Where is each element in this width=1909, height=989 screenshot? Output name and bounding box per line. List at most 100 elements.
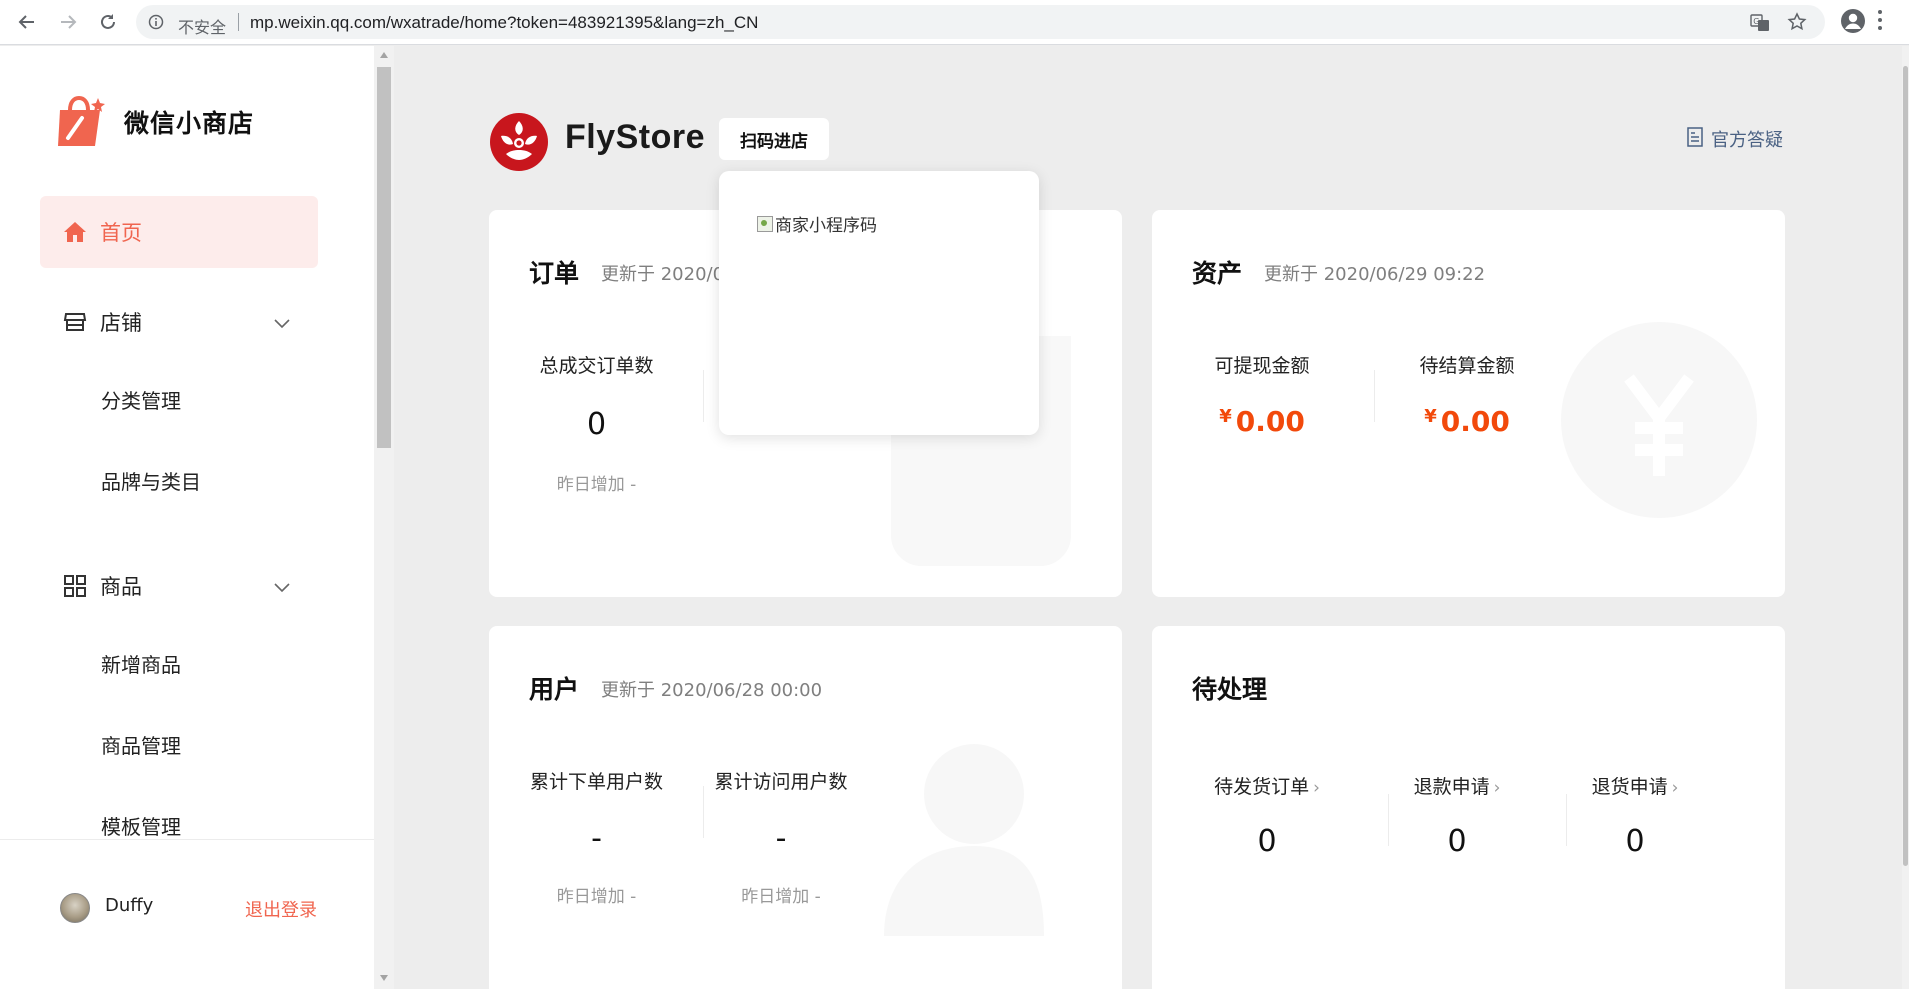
- translate-icon[interactable]: G: [1750, 13, 1770, 37]
- currency-symbol: ¥: [1219, 406, 1232, 427]
- return-request-link[interactable]: 退货申请 ›: [1580, 772, 1690, 799]
- assets-card: 资产 更新于 2020/06/29 09:22 可提现金额 ¥0.00 待结算金…: [1152, 210, 1785, 597]
- yuan-watermark-icon: [1561, 322, 1757, 518]
- pending-shipment-value: 0: [1257, 824, 1277, 859]
- sidebar-footer: Duffy 退出登录: [0, 839, 374, 989]
- pending-card: 待处理 待发货订单 › 0 退款申请 › 0 退货申请 › 0: [1152, 626, 1785, 989]
- document-icon: [1687, 126, 1703, 152]
- profile-icon[interactable]: [1840, 8, 1866, 38]
- sidebar-scrollbar[interactable]: [374, 46, 394, 989]
- divider: [238, 13, 239, 31]
- chevron-right-icon: ›: [1671, 778, 1679, 798]
- scroll-down-arrow-icon[interactable]: [380, 975, 388, 981]
- total-orders-yesterday: 昨日增加 -: [556, 475, 637, 495]
- total-orders-label: 总成交订单数: [539, 355, 654, 377]
- withdrawable-amount: ¥0.00: [1197, 405, 1327, 438]
- users-card: 用户 更新于 2020/06/28 00:00 累计下单用户数 - 昨日增加 -…: [489, 626, 1122, 989]
- sidebar-item-label: 店铺: [100, 311, 142, 335]
- return-request-value: 0: [1625, 824, 1645, 859]
- main-content: FlyStore 扫码进店 官方答疑 订单 更新于 2020/0 总成交订单数 …: [394, 46, 1902, 989]
- store-logo: [490, 113, 548, 171]
- info-icon[interactable]: [148, 14, 164, 34]
- chevron-right-icon: ›: [1313, 778, 1320, 798]
- faq-label: 官方答疑: [1711, 130, 1783, 151]
- url-text[interactable]: mp.weixin.qq.com/wxatrade/home?token=483…: [250, 13, 758, 33]
- sidebar-item-add-product[interactable]: 新增商品: [101, 649, 181, 678]
- broken-image-icon: [757, 215, 773, 232]
- pending-title: 待处理: [1192, 675, 1268, 704]
- withdrawable-label: 可提现金额: [1214, 355, 1310, 377]
- sidebar: 微信小商店 首页 店铺 分类管理 品牌与类目 商品 新增商品 商品管理 模板管理…: [0, 46, 374, 989]
- assets-updated: 更新于 2020/06/29 09:22: [1264, 264, 1486, 285]
- page-scrollbar[interactable]: [1902, 46, 1909, 989]
- sidebar-item-brand[interactable]: 品牌与类目: [101, 466, 201, 495]
- return-request-label: 退货申请: [1591, 776, 1668, 798]
- grid-icon: [62, 573, 88, 599]
- chevron-down-icon: [274, 310, 290, 334]
- pending-shipment-link[interactable]: 待发货订单 ›: [1202, 772, 1332, 799]
- insecure-label: 不安全: [178, 18, 227, 37]
- pending-shipment-label: 待发货订单: [1214, 776, 1310, 798]
- qr-code-popover: 商家小程序码: [719, 171, 1039, 435]
- divider: [703, 370, 704, 422]
- scrollbar-thumb[interactable]: [1903, 66, 1908, 866]
- chevron-down-icon: [274, 574, 290, 598]
- pending-settlement-label: 待结算金额: [1419, 355, 1515, 377]
- merchant-qr-code-image: 商家小程序码: [757, 211, 877, 236]
- withdrawable-value: 0.00: [1235, 405, 1305, 438]
- sidebar-item-template[interactable]: 模板管理: [101, 811, 181, 840]
- avatar[interactable]: [60, 893, 90, 923]
- chevron-right-icon: ›: [1493, 778, 1501, 798]
- qr-alt-text: 商家小程序码: [775, 216, 877, 236]
- visiting-users-yesterday: 昨日增加 -: [741, 887, 821, 907]
- sidebar-item-product-manage[interactable]: 商品管理: [101, 730, 181, 759]
- divider: [1374, 370, 1375, 422]
- arrow-left-icon: [18, 15, 34, 29]
- ordering-users-value: -: [591, 821, 602, 856]
- refund-request-label: 退款申请: [1413, 776, 1490, 798]
- forward-button[interactable]: [55, 9, 81, 35]
- arrow-right-icon: [61, 15, 77, 29]
- scroll-up-arrow-icon[interactable]: [380, 52, 388, 58]
- sidebar-item-category[interactable]: 分类管理: [101, 385, 181, 414]
- scrollbar-thumb[interactable]: [377, 67, 391, 448]
- divider: [1566, 794, 1567, 846]
- sidebar-item-products[interactable]: 商品: [40, 550, 318, 622]
- username: Duffy: [105, 895, 154, 916]
- assets-title: 资产: [1192, 259, 1243, 288]
- sidebar-item-label: 商品: [100, 575, 142, 599]
- sidebar-item-home[interactable]: 首页: [40, 196, 318, 268]
- users-updated: 更新于 2020/06/28 00:00: [601, 680, 823, 701]
- refund-request-link[interactable]: 退款申请 ›: [1402, 772, 1512, 799]
- users-title: 用户: [529, 675, 580, 704]
- ordering-users-label: 累计下单用户数: [529, 771, 663, 793]
- sidebar-item-label: 首页: [100, 221, 142, 245]
- pending-settlement-value: 0.00: [1440, 405, 1510, 438]
- pending-settlement-amount: ¥0.00: [1402, 405, 1532, 438]
- total-orders-value: 0: [586, 407, 607, 442]
- logout-link[interactable]: 退出登录: [245, 896, 317, 922]
- reload-icon: [101, 14, 115, 29]
- store-name: FlyStore: [565, 118, 706, 156]
- brand: 微信小商店: [54, 96, 254, 148]
- store-icon: [62, 309, 88, 335]
- divider: [703, 786, 704, 838]
- reload-button[interactable]: [95, 9, 121, 35]
- address-bar[interactable]: 不安全 mp.weixin.qq.com/wxatrade/home?token…: [136, 5, 1825, 39]
- shop-bag-logo-icon: [58, 96, 105, 146]
- more-menu-icon[interactable]: [1876, 8, 1884, 36]
- visiting-users-label: 累计访问用户数: [714, 771, 848, 793]
- svg-text:G: G: [1753, 17, 1759, 26]
- refund-request-value: 0: [1447, 824, 1467, 859]
- orders-title: 订单: [529, 259, 580, 288]
- bookmark-star-icon[interactable]: [1787, 12, 1807, 36]
- browser-toolbar: 不安全 mp.weixin.qq.com/wxatrade/home?token…: [0, 0, 1909, 45]
- brand-title: 微信小商店: [124, 109, 255, 138]
- official-faq-link[interactable]: 官方答疑: [1687, 126, 1783, 152]
- scan-to-enter-button[interactable]: 扫码进店: [719, 118, 829, 160]
- user-watermark-icon: [884, 744, 1044, 936]
- orders-updated: 更新于 2020/0: [601, 264, 725, 285]
- currency-symbol: ¥: [1424, 406, 1437, 427]
- back-button[interactable]: [14, 9, 40, 35]
- sidebar-item-store[interactable]: 店铺: [40, 286, 318, 358]
